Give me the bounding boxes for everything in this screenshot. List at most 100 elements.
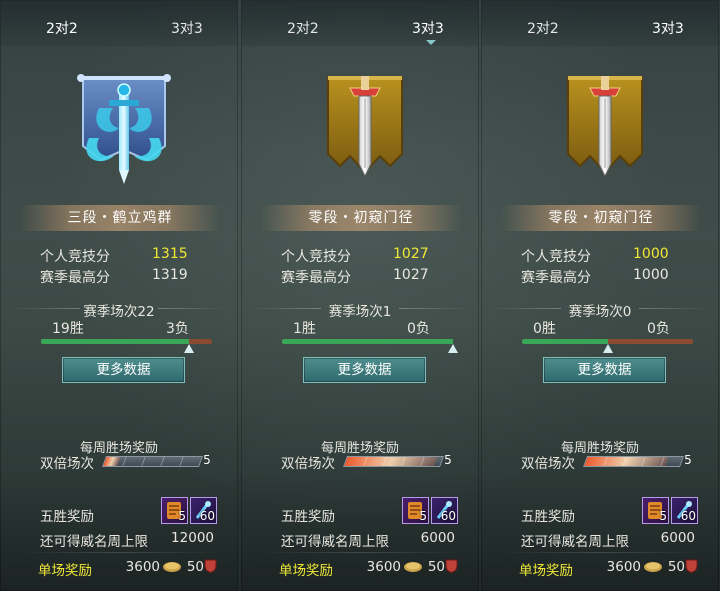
active-tab-marker [426, 40, 436, 45]
coin-reward-value: 3600 [125, 559, 160, 575]
losses-count: 0负 [407, 321, 430, 337]
season-high-value: 1027 [393, 267, 429, 283]
item-quantity: 60 [440, 509, 456, 523]
honor-shield-icon [204, 559, 217, 573]
weekly-cap-value: 12000 [171, 530, 214, 546]
five-win-reward-label: 五胜奖励 [281, 509, 335, 525]
weekly-cap-label: 还可得威名周上限 [40, 534, 148, 550]
tab-3v3[interactable]: 3对3 [171, 18, 203, 38]
wins-count: 0胜 [533, 321, 556, 337]
tab-3v3[interactable]: 3对3 [412, 18, 444, 38]
double-count: 5 [684, 453, 692, 467]
honor-reward-value: 50 [667, 559, 685, 575]
double-matches-label: 双倍场次 [521, 456, 575, 472]
honor-reward-value: 50 [186, 559, 204, 575]
mode-tabs: 2对2 3对3 [0, 0, 238, 46]
wins-count: 1胜 [293, 321, 316, 337]
win-fill [522, 339, 608, 344]
double-count: 5 [203, 453, 211, 467]
feather-item-icon[interactable]: 60 [671, 497, 698, 524]
double-matches-bar [342, 456, 445, 467]
win-fill [282, 339, 453, 344]
blue-dragon-banner-icon [77, 74, 171, 184]
five-win-reward-label: 五胜奖励 [521, 509, 575, 525]
scroll-item-icon[interactable]: 5 [161, 497, 188, 524]
weekly-cap-value: 6000 [420, 530, 455, 546]
weekly-cap-value: 6000 [660, 530, 695, 546]
personal-score-label: 个人竞技分 [521, 249, 591, 265]
season-high-label: 赛季最高分 [281, 270, 351, 286]
arena-panel-2: 2对2 3对3 零段・初窥门径 个人竞技分 1027 赛季最高分 1027 赛季… [241, 0, 479, 591]
rank-title: 三段・鹤立鸡群 [20, 205, 220, 231]
rank-title: 零段・初窥门径 [261, 205, 461, 231]
win-loss-bar [282, 339, 453, 344]
item-quantity: 60 [680, 509, 696, 523]
single-match-reward-label: 单场奖励 [279, 563, 333, 579]
personal-score-label: 个人竞技分 [40, 249, 110, 265]
tab-2v2[interactable]: 2对2 [527, 18, 559, 38]
arena-screen: 2对2 3对3 三段・鹤立鸡群 个人竞技分 1315 赛季最高分 1319 赛季… [0, 0, 720, 591]
mode-tabs: 2对2 3对3 [241, 0, 479, 46]
weekly-cap-label: 还可得威名周上限 [281, 534, 389, 550]
season-high-value: 1000 [633, 267, 669, 283]
coin-reward-value: 3600 [366, 559, 401, 575]
single-match-reward-label: 单场奖励 [38, 563, 92, 579]
coin-icon [163, 562, 181, 572]
tab-2v2[interactable]: 2对2 [46, 18, 78, 38]
season-high-label: 赛季最高分 [40, 270, 110, 286]
tab-2v2[interactable]: 2对2 [287, 18, 319, 38]
win-fill [41, 339, 189, 344]
weekly-cap-label: 还可得威名周上限 [521, 534, 629, 550]
more-data-button[interactable]: 更多数据 [62, 357, 185, 383]
divider [639, 308, 709, 309]
losses-count: 3负 [166, 321, 189, 337]
item-quantity: 60 [199, 509, 215, 523]
mode-tabs: 2对2 3对3 [481, 0, 719, 46]
golden-sword-banner-icon [567, 76, 643, 178]
arena-panel-1: 2对2 3对3 三段・鹤立鸡群 个人竞技分 1315 赛季最高分 1319 赛季… [0, 0, 238, 591]
season-high-label: 赛季最高分 [521, 270, 591, 286]
double-fill [103, 457, 121, 466]
golden-sword-banner-icon [327, 76, 403, 178]
honor-shield-icon [445, 559, 458, 573]
divider [501, 552, 701, 553]
personal-score-value: 1027 [393, 246, 429, 262]
honor-reward-value: 50 [427, 559, 445, 575]
item-quantity: 5 [659, 509, 667, 523]
win-ratio-marker [448, 344, 458, 353]
feather-item-icon[interactable]: 60 [190, 497, 217, 524]
more-data-button[interactable]: 更多数据 [303, 357, 426, 383]
win-ratio-marker [183, 344, 194, 353]
personal-score-label: 个人竞技分 [281, 249, 351, 265]
divider [20, 552, 220, 553]
season-high-value: 1319 [152, 267, 188, 283]
honor-shield-icon [685, 559, 698, 573]
coin-icon [644, 562, 662, 572]
five-win-reward-label: 五胜奖励 [40, 509, 94, 525]
double-matches-label: 双倍场次 [281, 456, 335, 472]
scroll-item-icon[interactable]: 5 [642, 497, 669, 524]
scroll-item-icon[interactable]: 5 [402, 497, 429, 524]
personal-score-value: 1000 [633, 246, 669, 262]
wins-count: 19胜 [52, 321, 84, 337]
double-matches-label: 双倍场次 [40, 456, 94, 472]
single-match-reward-label: 单场奖励 [519, 563, 573, 579]
coin-reward-value: 3600 [606, 559, 641, 575]
win-ratio-marker [602, 344, 613, 353]
item-quantity: 5 [178, 509, 186, 523]
double-matches-bar [101, 456, 204, 467]
season-matches: 赛季场次22 [83, 304, 155, 320]
divider [158, 308, 228, 309]
more-data-button[interactable]: 更多数据 [543, 357, 666, 383]
rank-title: 零段・初窥门径 [501, 205, 701, 231]
personal-score-value: 1315 [152, 246, 188, 262]
double-fill [584, 457, 669, 466]
season-matches: 赛季场次0 [568, 304, 632, 320]
divider [261, 552, 461, 553]
arena-panel-3: 2对2 3对3 零段・初窥门径 个人竞技分 1000 赛季最高分 1000 赛季… [481, 0, 719, 591]
feather-item-icon[interactable]: 60 [431, 497, 458, 524]
tab-3v3[interactable]: 3对3 [652, 18, 684, 38]
item-quantity: 5 [419, 509, 427, 523]
season-matches: 赛季场次1 [328, 304, 392, 320]
divider [399, 308, 469, 309]
